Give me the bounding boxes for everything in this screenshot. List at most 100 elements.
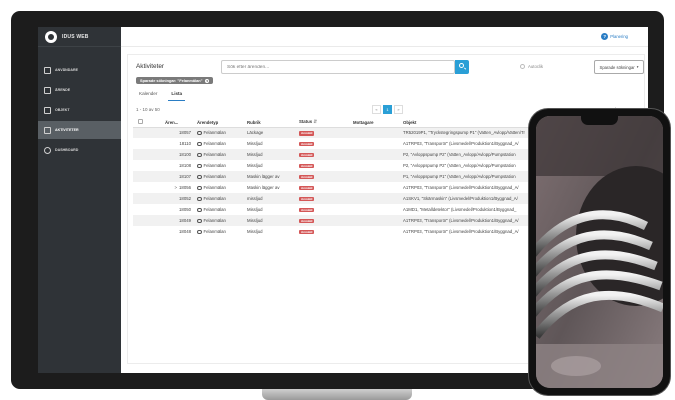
row-select-cell[interactable] [133, 182, 163, 193]
clock-icon [197, 207, 202, 212]
sidebar: IDUS WEB Användare Ärende Objekt Aktivit… [38, 27, 121, 373]
recipient-cell [351, 171, 401, 182]
sidebar-item-activities[interactable]: Aktiviteter [38, 121, 121, 139]
column-header-title[interactable]: Rubrik [245, 118, 297, 128]
case-type: Felanmälan [203, 185, 226, 190]
phone-notch [581, 116, 618, 125]
search-input[interactable] [221, 60, 455, 74]
status-badge: Anmäld [299, 185, 315, 191]
top-bar: ? Planering [121, 27, 648, 47]
document-icon [44, 86, 51, 94]
select-all-header[interactable] [133, 118, 163, 128]
saved-searches-label: Sparade sökningar [599, 64, 635, 70]
prev-page-button[interactable]: « [372, 105, 381, 114]
case-type-cell: Felanmälan [195, 149, 245, 160]
close-icon[interactable]: x [204, 78, 209, 83]
sidebar-item-dashboard[interactable]: Dashboard [38, 141, 121, 159]
recipient-cell [351, 160, 401, 171]
case-id-link[interactable]: 18049 [163, 215, 195, 226]
column-header-status-label: Status [299, 119, 313, 125]
sidebar-item-objects[interactable]: Objekt [38, 101, 121, 119]
sidebar-item-label: Objekt [55, 108, 70, 112]
view-tabs: Kalender Lista [136, 89, 186, 101]
clock-icon [197, 218, 202, 223]
column-header-id[interactable]: Ären... [163, 118, 195, 128]
status-badge: Anmäld [299, 218, 315, 224]
case-type: Felanmälan [203, 196, 226, 201]
sidebar-item-cases[interactable]: Ärende [38, 81, 121, 99]
row-select-cell[interactable] [133, 127, 163, 138]
case-title: Maskin lägger av [247, 185, 280, 190]
column-header-recipient[interactable]: Mottagare [351, 118, 401, 128]
next-page-button[interactable]: » [394, 105, 403, 114]
case-type-cell: Felanmälan [195, 193, 245, 204]
column-header-status[interactable]: Status ⇵ [297, 118, 351, 128]
status-badge: Anmäld [299, 152, 315, 158]
row-select-cell[interactable] [133, 149, 163, 160]
caret-down-icon: ▾ [636, 65, 639, 69]
status-cell: Anmäld [297, 182, 351, 193]
case-type: Felanmälan [203, 152, 226, 157]
brand-name: IDUS WEB [62, 33, 89, 40]
case-id-link[interactable]: >18056 [163, 182, 195, 193]
case-id-link[interactable]: 18100 [163, 149, 195, 160]
status-cell: Anmäld [297, 226, 351, 237]
saved-searches-dropdown[interactable]: Sparade sökningar ▾ [594, 60, 644, 74]
case-id-link[interactable]: 18048 [163, 226, 195, 237]
clock-icon [197, 152, 202, 157]
recipient-cell [351, 193, 401, 204]
clock-icon [197, 185, 202, 190]
case-id: 18100 [179, 152, 191, 157]
user-icon [44, 66, 51, 74]
case-id-link[interactable]: 18050 [163, 204, 195, 215]
case-title: Maskin lägger av [247, 174, 280, 179]
case-type-cell: Felanmälan [195, 171, 245, 182]
status-cell: Anmäld [297, 193, 351, 204]
status-cell: Anmäld [297, 160, 351, 171]
row-select-cell[interactable] [133, 160, 163, 171]
case-type-cell: Felanmälan [195, 226, 245, 237]
autoclick-toggle[interactable]: Autoclik [520, 64, 543, 69]
recipient-cell [351, 226, 401, 237]
row-select-cell[interactable] [133, 204, 163, 215]
page-1-button[interactable]: 1 [383, 105, 392, 114]
recipient-cell [351, 138, 401, 149]
recipient-cell [351, 182, 401, 193]
radio-icon [520, 64, 525, 69]
case-type: Felanmälan [203, 207, 226, 212]
row-select-cell[interactable] [133, 226, 163, 237]
case-id: 18050 [179, 207, 191, 212]
tab-calendar[interactable]: Kalender [136, 89, 160, 101]
row-select-cell[interactable] [133, 138, 163, 149]
case-type-cell: Felanmälan [195, 204, 245, 215]
case-title: Läckage [247, 130, 264, 136]
case-id-link[interactable]: 18107 [163, 171, 195, 182]
row-select-cell[interactable] [133, 215, 163, 226]
row-select-cell[interactable] [133, 171, 163, 182]
expand-chevron-icon[interactable]: > [175, 185, 178, 190]
case-id: 18057 [179, 130, 191, 136]
status-badge: Anmäld [299, 196, 315, 202]
eye-logo-icon [45, 30, 57, 43]
sidebar-item-label: Ärende [55, 88, 71, 92]
case-id-link[interactable]: 18057 [163, 127, 195, 138]
tab-list[interactable]: Lista [168, 89, 186, 101]
phone-frame [529, 109, 670, 395]
clock-icon [197, 174, 202, 179]
recipient-cell [351, 204, 401, 215]
search-button[interactable] [455, 60, 469, 74]
row-select-cell[interactable] [133, 193, 163, 204]
brand-logo[interactable]: IDUS WEB [38, 27, 121, 47]
case-id-link[interactable]: 18108 [163, 160, 195, 171]
sidebar-item-label: Användare [55, 68, 78, 72]
planning-link[interactable]: ? Planering [601, 33, 628, 40]
case-type: Felanmälan [203, 141, 226, 146]
status-cell: Anmäld [297, 171, 351, 182]
object-icon [44, 106, 51, 114]
case-id-link[interactable]: 18052 [163, 193, 195, 204]
sidebar-item-users[interactable]: Användare [38, 61, 121, 79]
case-id-link[interactable]: 18110 [163, 138, 195, 149]
device-mockup-scene: IDUS WEB Användare Ärende Objekt Aktivit… [0, 0, 675, 400]
case-type-cell: Felanmälan [195, 182, 245, 193]
column-header-type[interactable]: Ärendetyp [195, 118, 245, 128]
